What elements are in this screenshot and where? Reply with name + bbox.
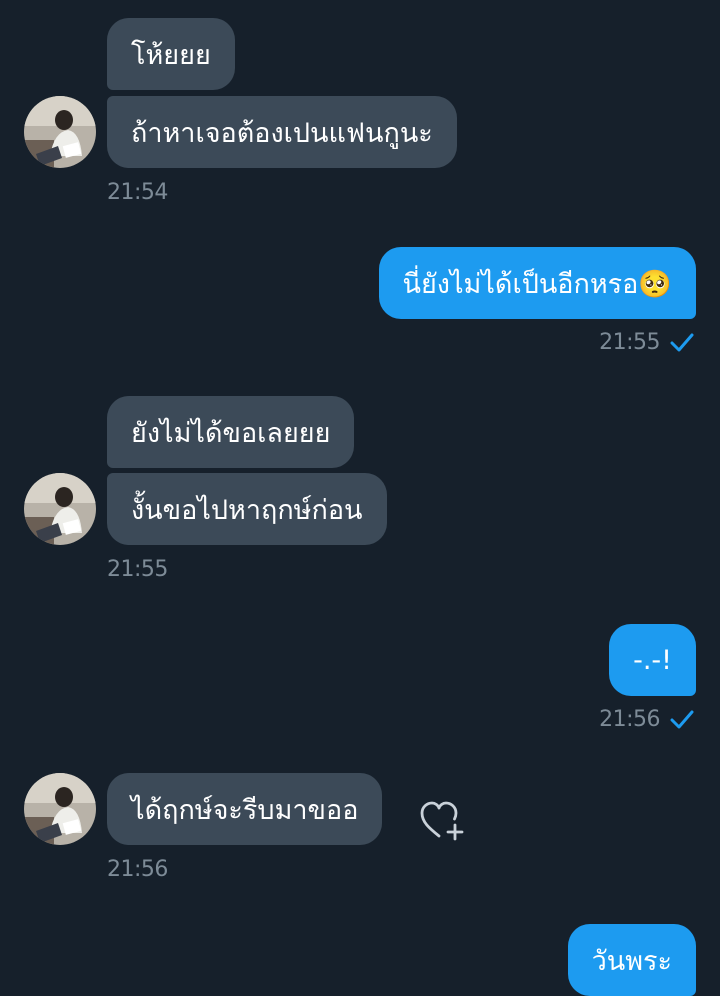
message-text: ยังไม่ได้ขอเลยยย	[131, 417, 331, 449]
avatar-photo	[24, 773, 96, 845]
message-bubble-incoming[interactable]: โห้ยยย	[107, 18, 235, 90]
check-icon	[670, 333, 694, 351]
message-text: -.-!	[633, 644, 672, 676]
contact-avatar[interactable]	[24, 473, 96, 545]
message-text: งั้นขอไปหาฤกษ์ก่อน	[131, 494, 363, 526]
message-status: 21:56	[599, 707, 694, 732]
check-icon	[670, 710, 694, 728]
message-timestamp: 21:55	[107, 557, 168, 582]
contact-avatar[interactable]	[24, 773, 96, 845]
message-bubble-incoming[interactable]: งั้นขอไปหาฤกษ์ก่อน	[107, 473, 387, 545]
message-text: นี่ยังไม่ได้เป็นอีกหรอ🥺	[402, 268, 672, 300]
message-timestamp: 21:56	[599, 707, 660, 732]
message-bubble-incoming[interactable]: ถ้าหาเจอต้องเปนแฟนกูนะ	[107, 96, 457, 168]
message-text: ได้ฤกษ์จะรีบมาขออ	[131, 794, 359, 826]
avatar-photo	[24, 96, 96, 168]
message-timestamp: 21:56	[107, 857, 168, 882]
message-text: วันพระ	[591, 945, 672, 977]
contact-avatar[interactable]	[24, 96, 96, 168]
message-bubble-incoming[interactable]: ได้ฤกษ์จะรีบมาขออ	[107, 773, 383, 845]
message-bubble-incoming[interactable]: ยังไม่ได้ขอเลยยย	[107, 396, 355, 468]
message-timestamp: 21:54	[107, 180, 168, 205]
message-bubble-outgoing[interactable]: วันพระ	[567, 924, 696, 996]
message-timestamp: 21:55	[599, 330, 660, 355]
message-bubble-outgoing[interactable]: นี่ยังไม่ได้เป็นอีกหรอ🥺	[378, 247, 696, 319]
avatar-photo	[24, 473, 96, 545]
message-status: 21:55	[599, 330, 694, 355]
message-bubble-outgoing[interactable]: -.-!	[609, 624, 696, 696]
heart-plus-icon[interactable]	[419, 800, 467, 844]
message-text: ถ้าหาเจอต้องเปนแฟนกูนะ	[131, 117, 433, 149]
message-text: โห้ยยย	[131, 39, 211, 71]
